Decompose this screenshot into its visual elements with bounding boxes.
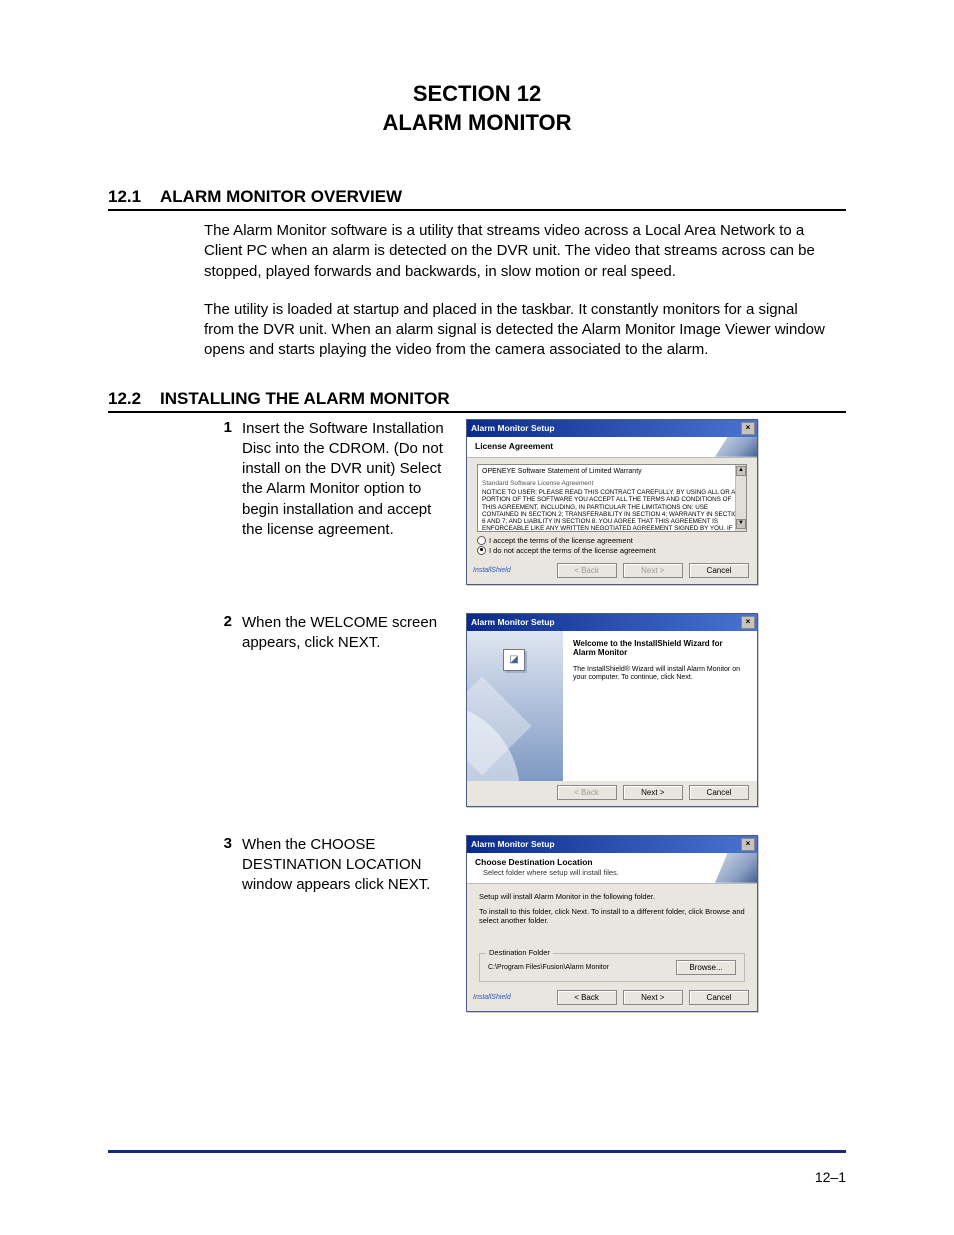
- page-number: 12–1: [815, 1169, 846, 1185]
- subsection-12-1-body: The Alarm Monitor software is a utility …: [204, 221, 826, 361]
- license-radio-group: I accept the terms of the license agreem…: [477, 536, 747, 555]
- install-steps: 1 Insert the Software Installation Disc …: [204, 419, 846, 1013]
- step-text: Insert the Software Installation Disc in…: [242, 419, 466, 541]
- section-line2: ALARM MONITOR: [108, 109, 846, 138]
- radio-label: I accept the terms of the license agreem…: [489, 536, 633, 545]
- subsection-title: ALARM MONITOR OVERVIEW: [160, 187, 402, 207]
- destination-path: C:\Program Files\Fusion\Alarm Monitor: [488, 964, 609, 971]
- scroll-down-icon[interactable]: ▼: [736, 519, 746, 529]
- step-number: 3: [204, 835, 242, 852]
- dialog-title-text: Alarm Monitor Setup: [471, 617, 555, 627]
- dialog-body: ◪ Welcome to the InstallShield Wizard fo…: [467, 631, 757, 781]
- dialog-subheader: Choose Destination Location Select folde…: [467, 853, 757, 884]
- dialog-footer: InstallShield < Back Next > Cancel: [467, 559, 757, 584]
- section-heading: SECTION 12 ALARM MONITOR: [108, 80, 846, 137]
- step-number: 2: [204, 613, 242, 630]
- welcome-main: Welcome to the InstallShield Wizard for …: [563, 631, 757, 781]
- cancel-button[interactable]: Cancel: [689, 990, 749, 1005]
- dialog-body: OPENEYE Software Statement of Limited Wa…: [467, 458, 757, 559]
- next-button[interactable]: Next >: [623, 990, 683, 1005]
- subsection-12-2-header: 12.2 INSTALLING THE ALARM MONITOR: [108, 389, 846, 413]
- dialog-footer: InstallShield < Back Next > Cancel: [467, 986, 757, 1011]
- welcome-title: Welcome to the InstallShield Wizard for …: [573, 639, 747, 658]
- step-text: When the WELCOME screen appears, click N…: [242, 613, 466, 654]
- step-number: 1: [204, 419, 242, 436]
- dest-line1: Setup will install Alarm Monitor in the …: [479, 892, 745, 901]
- browse-button[interactable]: Browse...: [676, 960, 736, 975]
- dialog-titlebar: Alarm Monitor Setup ×: [467, 420, 757, 437]
- paragraph: The Alarm Monitor software is a utility …: [204, 221, 826, 282]
- dialog-subtitle: License Agreement: [475, 441, 751, 451]
- step-row-3: 3 When the CHOOSE DESTINATION LOCATION w…: [204, 835, 846, 1013]
- close-icon[interactable]: ×: [741, 422, 755, 435]
- step-row-1: 1 Insert the Software Installation Disc …: [204, 419, 846, 585]
- back-button[interactable]: < Back: [557, 785, 617, 800]
- subsection-12-1-header: 12.1 ALARM MONITOR OVERVIEW: [108, 187, 846, 211]
- radio-icon: [477, 546, 486, 555]
- package-icon: ◪: [503, 649, 525, 671]
- paragraph: The utility is loaded at startup and pla…: [204, 300, 826, 361]
- manual-page: SECTION 12 ALARM MONITOR 12.1 ALARM MONI…: [0, 0, 954, 1235]
- dialog-subheader: License Agreement: [467, 437, 757, 458]
- dest-line2: To install to this folder, click Next. T…: [479, 907, 745, 926]
- step-text: When the CHOOSE DESTINATION LOCATION win…: [242, 835, 466, 896]
- sla-line: Standard Software License Agreement: [482, 480, 744, 487]
- subsection-number: 12.2: [108, 389, 160, 409]
- dialog-destination: Alarm Monitor Setup × Choose Destination…: [466, 835, 758, 1013]
- destination-folder-group: Destination Folder C:\Program Files\Fusi…: [479, 953, 745, 982]
- footer-rule: [108, 1150, 846, 1153]
- section-line1: SECTION 12: [108, 80, 846, 109]
- step-figure-destination: Alarm Monitor Setup × Choose Destination…: [466, 835, 846, 1013]
- subsection-number: 12.1: [108, 187, 160, 207]
- dialog-title-text: Alarm Monitor Setup: [471, 423, 555, 433]
- subsection-title: INSTALLING THE ALARM MONITOR: [160, 389, 450, 409]
- close-icon[interactable]: ×: [741, 838, 755, 851]
- back-button[interactable]: < Back: [557, 990, 617, 1005]
- installshield-label: InstallShield: [473, 994, 511, 1001]
- license-notice: NOTICE TO USER: PLEASE READ THIS CONTRAC…: [482, 489, 744, 531]
- dialog-subtitle: Choose Destination Location: [475, 857, 751, 867]
- warranty-line: OPENEYE Software Statement of Limited Wa…: [482, 468, 744, 476]
- close-icon[interactable]: ×: [741, 616, 755, 629]
- scroll-up-icon[interactable]: ▲: [736, 466, 746, 476]
- cancel-button[interactable]: Cancel: [689, 785, 749, 800]
- next-button[interactable]: Next >: [623, 785, 683, 800]
- group-legend: Destination Folder: [486, 948, 553, 957]
- next-button[interactable]: Next >: [623, 563, 683, 578]
- dialog-titlebar: Alarm Monitor Setup ×: [467, 836, 757, 853]
- dialog-body: Setup will install Alarm Monitor in the …: [467, 884, 757, 987]
- radio-reject[interactable]: I do not accept the terms of the license…: [477, 546, 747, 555]
- dialog-subdesc: Select folder where setup will install f…: [483, 868, 751, 877]
- radio-label: I do not accept the terms of the license…: [489, 546, 656, 555]
- dialog-titlebar: Alarm Monitor Setup ×: [467, 614, 757, 631]
- dialog-title-text: Alarm Monitor Setup: [471, 839, 555, 849]
- dialog-welcome: Alarm Monitor Setup × ◪ Welcome to the I…: [466, 613, 758, 807]
- welcome-side-graphic: ◪: [467, 631, 563, 781]
- radio-accept[interactable]: I accept the terms of the license agreem…: [477, 536, 747, 545]
- dialog-license-agreement: Alarm Monitor Setup × License Agreement …: [466, 419, 758, 585]
- step-figure-license: Alarm Monitor Setup × License Agreement …: [466, 419, 846, 585]
- step-row-2: 2 When the WELCOME screen appears, click…: [204, 613, 846, 807]
- back-button[interactable]: < Back: [557, 563, 617, 578]
- dialog-footer: < Back Next > Cancel: [467, 781, 757, 806]
- scrollbar[interactable]: ▲ ▼: [735, 465, 746, 531]
- license-text-box[interactable]: OPENEYE Software Statement of Limited Wa…: [477, 464, 747, 532]
- installshield-label: InstallShield: [473, 567, 511, 574]
- radio-icon: [477, 536, 486, 545]
- welcome-text: The InstallShield® Wizard will install A…: [573, 666, 747, 683]
- cancel-button[interactable]: Cancel: [689, 563, 749, 578]
- step-figure-welcome: Alarm Monitor Setup × ◪ Welcome to the I…: [466, 613, 846, 807]
